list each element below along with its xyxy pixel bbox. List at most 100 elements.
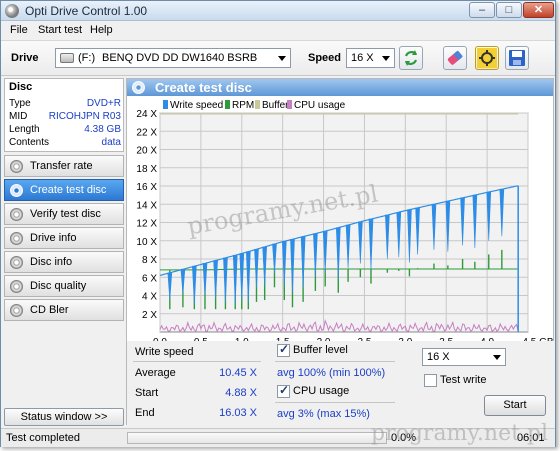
refresh-icon (404, 50, 418, 66)
y-tick-label: 6 X (142, 273, 157, 284)
speed-select[interactable]: 16 X (346, 48, 395, 68)
menu-start-test[interactable]: Start test (38, 24, 82, 36)
cpu-usage-label: CPU usage (293, 385, 350, 397)
maximize-button[interactable]: □ (496, 2, 522, 18)
y-tick-label: 16 X (136, 182, 157, 193)
panel-header: Create test disc (127, 79, 553, 96)
status-window-button[interactable]: Status window >> (4, 408, 124, 426)
sidebar: Disc Type DVD+R MID RICOHJPN R03 Length … (4, 78, 124, 425)
disc-icon (10, 304, 23, 317)
y-tick-label: 18 X (136, 164, 157, 175)
drive-icon (60, 53, 74, 63)
legend-label: Buffer (262, 100, 289, 111)
eraser-icon (447, 50, 463, 65)
end-value: 16.03 X (219, 407, 257, 419)
speed-value: 16 X (351, 52, 374, 64)
cpu-usage-checkbox[interactable] (277, 383, 290, 398)
test-speed-select[interactable]: 16 X (422, 348, 506, 366)
disc-info-panel: Disc Type DVD+R MID RICOHJPN R03 Length … (4, 78, 124, 152)
average-label: Average (135, 367, 176, 379)
disc-icon (132, 81, 145, 94)
drive-name: BENQ DVD DD DW1640 BSRB (102, 52, 258, 64)
nav-item-label: CD Bler (30, 304, 69, 316)
settings-button[interactable] (475, 46, 499, 70)
disc-row: Type DVD+R (9, 98, 121, 111)
title-bar[interactable]: Opti Drive Control 1.00 – □ ✕ (1, 1, 555, 21)
status-bar: Test completed 0.0% 06:01 (1, 428, 555, 447)
disc-value: data (101, 137, 121, 148)
nav-item-label: Drive info (30, 232, 77, 244)
test-write-label: Test write (440, 374, 487, 386)
legend-swatch (163, 100, 168, 109)
menu-file[interactable]: File (10, 24, 28, 36)
disc-row: Contents data (9, 137, 121, 150)
start-button[interactable]: Start (484, 395, 546, 416)
nav-item-disc-info[interactable]: Disc info (4, 251, 124, 273)
nav-item-verify-test-disc[interactable]: Verify test disc (4, 203, 124, 225)
speed-label: Speed (308, 52, 342, 64)
toolbar: Drive (F:) BENQ DVD DD DW1640 BSRB Speed… (1, 40, 555, 76)
y-tick-label: 14 X (136, 200, 157, 211)
nav-item-label: Transfer rate (30, 160, 93, 172)
test-speed-value: 16 X (427, 351, 450, 363)
menu-bar: File Start test Help (1, 22, 555, 39)
refresh-button[interactable] (399, 46, 423, 70)
status-text: Test completed (6, 432, 80, 444)
progress-percent: 0.0% (391, 432, 417, 444)
nav-item-cd-bler[interactable]: CD Bler (4, 299, 124, 321)
legend-label: Write speed (170, 100, 223, 111)
disc-icon (10, 256, 23, 269)
close-button[interactable]: ✕ (523, 2, 554, 18)
drive-select[interactable]: (F:) BENQ DVD DD DW1640 BSRB (55, 48, 291, 68)
main-panel: Create test disc Write speed RPM Buffer CPU… (126, 78, 555, 426)
buffer-level-value: avg 100% (min 100%) (277, 367, 386, 379)
legend-swatch (255, 100, 260, 109)
y-tick-label: 8 X (142, 255, 157, 266)
y-tick-label: 10 X (136, 237, 157, 248)
disc-key: Type (9, 98, 31, 109)
disc-icon (10, 160, 23, 173)
write-speed-chart: Write speed RPM Buffer CPU usage 2 X 4 X 6 X 8 … (136, 100, 554, 341)
disc-row: Length 4.38 GB (9, 124, 121, 137)
disc-app-icon (5, 4, 19, 18)
erase-button[interactable] (443, 46, 467, 70)
divider (275, 361, 395, 362)
menu-help[interactable]: Help (90, 24, 113, 36)
buffer-level-checkbox[interactable] (277, 342, 290, 357)
disc-icon (10, 184, 23, 197)
legend-label: RPM (232, 100, 254, 111)
legend-label: CPU usage (294, 100, 346, 111)
nav-item-create-test-disc[interactable]: Create test disc (4, 179, 124, 201)
nav-item-disc-quality[interactable]: Disc quality (4, 275, 124, 297)
disc-value: 4.38 GB (84, 124, 121, 135)
y-tick-label: 20 X (136, 146, 157, 157)
test-write-checkbox[interactable] (424, 374, 437, 387)
y-tick-label: 2 X (142, 310, 157, 321)
nav-item-label: Disc info (30, 256, 73, 268)
legend-swatch (287, 100, 292, 109)
disc-value: RICOHJPN R03 (48, 111, 121, 122)
nav-item-transfer-rate[interactable]: Transfer rate (4, 155, 124, 177)
minimize-button[interactable]: – (469, 2, 495, 18)
window-title: Opti Drive Control 1.00 (25, 4, 148, 18)
disc-value: DVD+R (86, 98, 121, 109)
cpu-usage-value: avg 3% (max 15%) (277, 408, 370, 420)
nav-item-drive-info[interactable]: Drive info (4, 227, 124, 249)
buffer-level-label: Buffer level (293, 344, 348, 356)
start-label: Start (135, 387, 159, 399)
progress-bar (127, 432, 387, 444)
average-value: 10.45 X (219, 367, 257, 379)
save-button[interactable] (505, 46, 529, 70)
save-icon (509, 50, 525, 66)
start-value: 4.88 X (225, 387, 257, 399)
chevron-down-icon (382, 56, 390, 61)
disc-key: MID (9, 111, 28, 122)
divider (133, 361, 261, 362)
y-tick-label: 12 X (136, 219, 157, 230)
y-tick-label: 22 X (136, 127, 157, 138)
disc-row: MID RICOHJPN R03 (9, 111, 121, 124)
drive-letter: (F:) (78, 52, 96, 64)
drive-label: Drive (11, 52, 39, 64)
disc-key: Length (9, 124, 40, 135)
y-tick-label: 24 X (136, 109, 157, 120)
